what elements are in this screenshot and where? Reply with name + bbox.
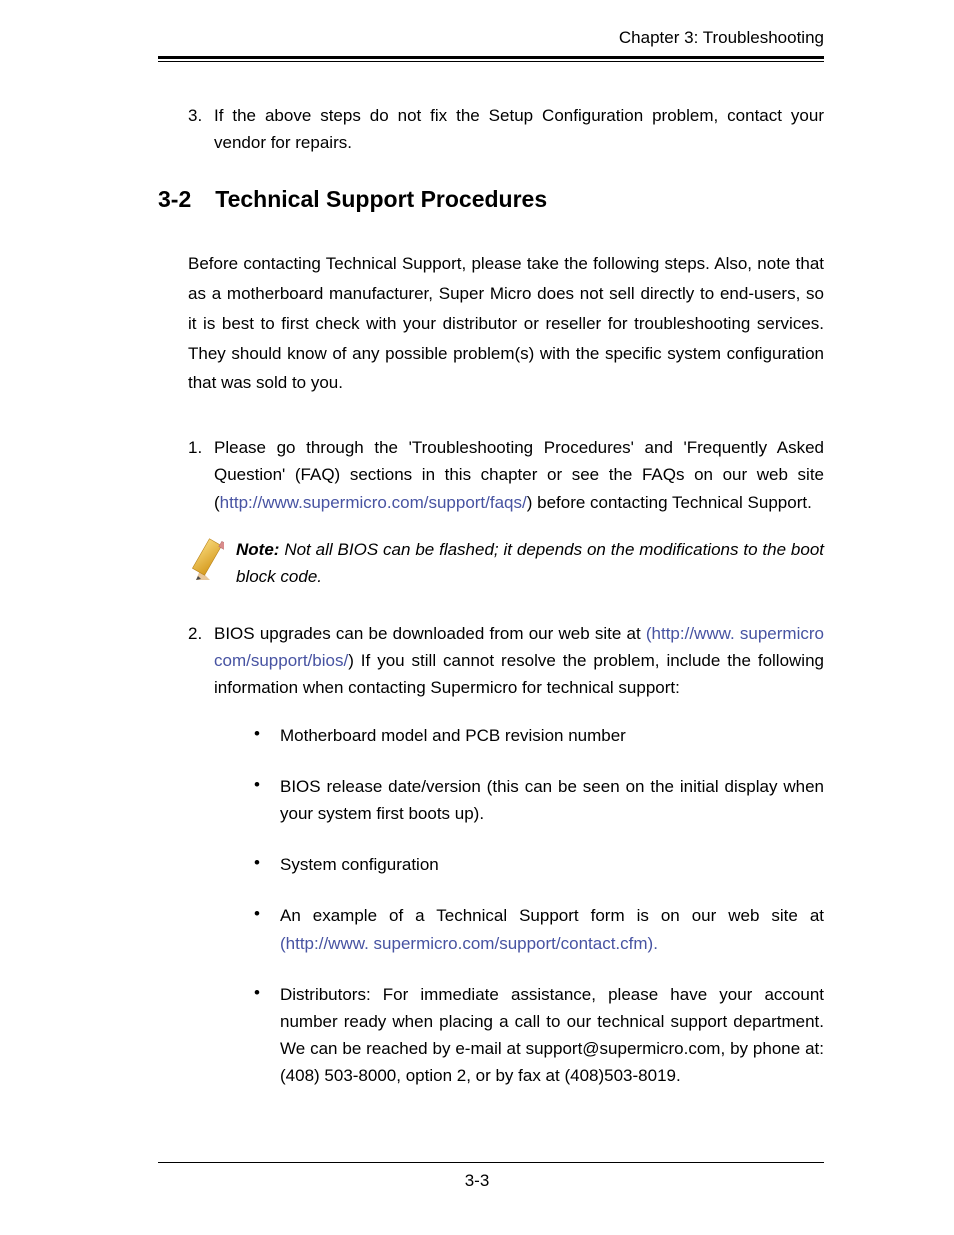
list-number: 2.: [188, 620, 214, 702]
list-number: 1.: [188, 434, 214, 516]
step-1: 1. Please go through the 'Troubleshootin…: [158, 434, 824, 516]
bullet-text: BIOS release date/version (this can be s…: [280, 773, 824, 827]
top-list-item-3: 3. If the above steps do not fix the Set…: [158, 102, 824, 156]
note-text: Note: Not all BIOS can be flashed; it de…: [236, 536, 824, 590]
bullet-item: • Distributors: For immediate assistance…: [254, 981, 824, 1090]
bullet-dot-icon: •: [254, 773, 264, 827]
bullet-item: • BIOS release date/version (this can be…: [254, 773, 824, 827]
list-text: If the above steps do not fix the Setup …: [214, 102, 824, 156]
contact-link-part1[interactable]: (http://www.: [280, 934, 369, 953]
bullet-dot-icon: •: [254, 981, 264, 1090]
bullet-item: • An example of a Technical Support form…: [254, 902, 824, 956]
bullet-text: Distributors: For immediate assistance, …: [280, 981, 824, 1090]
list-text: BIOS upgrades can be downloaded from our…: [214, 620, 824, 702]
bullet-item: • Motherboard model and PCB revision num…: [254, 722, 824, 749]
section-number: 3-2: [158, 186, 191, 213]
section-title: Technical Support Procedures: [215, 186, 547, 213]
bullet-4-pre: An example of a Technical Support form i…: [280, 906, 824, 925]
bullet-text: System configuration: [280, 851, 824, 878]
bullet-dot-icon: •: [254, 851, 264, 878]
note-content: Not all BIOS can be flashed; it depends …: [236, 540, 824, 586]
list-text: Please go through the 'Troubleshooting P…: [214, 434, 824, 516]
step-2-pre: BIOS upgrades can be downloaded from our…: [214, 624, 646, 643]
contact-link-part2[interactable]: supermicro.com/support/contact.cfm).: [374, 934, 658, 953]
bullet-item: • System configuration: [254, 851, 824, 878]
list-number: 3.: [188, 102, 214, 156]
footer-divider: [158, 1162, 824, 1163]
intro-paragraph: Before contacting Technical Support, ple…: [158, 249, 824, 398]
note-block: Note: Not all BIOS can be flashed; it de…: [158, 536, 824, 590]
bullet-text: Motherboard model and PCB revision numbe…: [280, 722, 824, 749]
bullet-text: An example of a Technical Support form i…: [280, 902, 824, 956]
header-divider: [158, 56, 824, 62]
bullet-list: • Motherboard model and PCB revision num…: [158, 722, 824, 1090]
step-1-post: ) before contacting Technical Support.: [527, 493, 812, 512]
chapter-header: Chapter 3: Troubleshooting: [158, 28, 824, 48]
bullet-dot-icon: •: [254, 902, 264, 956]
note-label: Note:: [236, 540, 279, 559]
pencil-icon: [188, 536, 224, 588]
section-heading: 3-2 Technical Support Procedures: [158, 186, 824, 213]
bios-link-part1[interactable]: (http://www.: [646, 624, 735, 643]
step-2: 2. BIOS upgrades can be downloaded from …: [158, 620, 824, 702]
faq-link[interactable]: http://www.supermicro.com/support/faqs/: [220, 493, 527, 512]
page-number: 3-3: [0, 1171, 954, 1191]
bullet-dot-icon: •: [254, 722, 264, 749]
